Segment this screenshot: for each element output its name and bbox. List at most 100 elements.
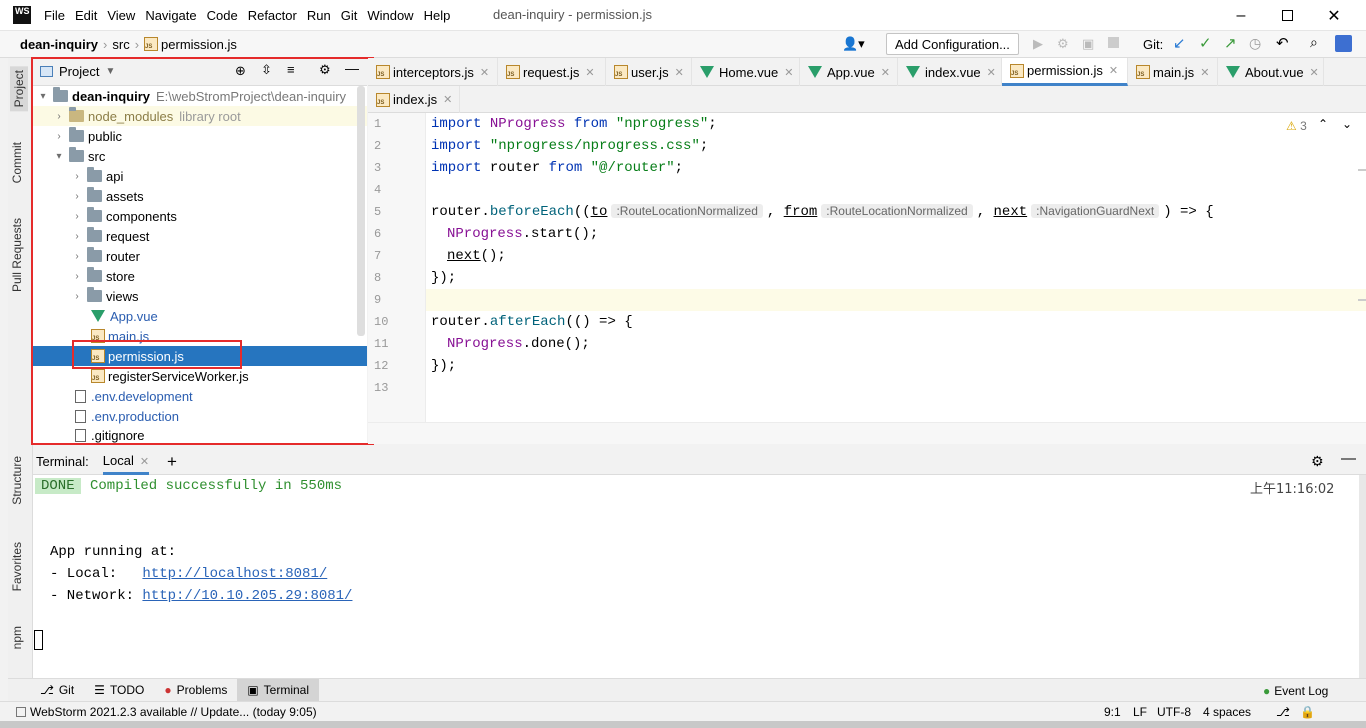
close-icon[interactable]: ✕ [784,66,793,79]
git-push-icon[interactable]: ↗ [1224,34,1237,52]
terminal-scrollbar[interactable] [1359,475,1366,678]
tool-tab-terminal[interactable]: ▣ Terminal [237,678,320,702]
navigation-bar: dean-inquiry › src › permission.js 👤▾ Ad… [0,31,1366,58]
tab-index-js[interactable]: index.js ✕ [368,86,460,113]
run-icon[interactable]: ▶ [1033,36,1043,52]
git-update-icon[interactable]: ↙ [1173,34,1186,52]
git-commit-icon[interactable]: ✓ [1199,34,1212,52]
close-icon[interactable]: ✕ [480,66,489,79]
current-line-highlight [426,289,1366,311]
tab-index-vue[interactable]: index.vue ✕ [898,58,1002,86]
lock-icon[interactable]: 🔒 [1300,705,1315,719]
menu-refactor[interactable]: Refactor [248,8,297,23]
user-icon[interactable]: 👤▾ [842,36,865,52]
line-number: 7 [374,249,382,263]
chevron-up-icon[interactable]: ⌃ [1318,117,1328,131]
tab-permission-js[interactable]: permission.js ✕ [1002,58,1128,86]
close-icon[interactable]: ✕ [140,456,149,468]
maximize-icon[interactable] [1264,0,1310,31]
debug-icon[interactable]: ⚙ [1057,36,1069,52]
line-number: 11 [374,337,389,351]
close-icon[interactable]: ✕ [881,66,890,79]
plus-icon[interactable]: + [167,452,177,472]
close-icon[interactable]: ✕ [675,66,684,79]
terminal-tab-local[interactable]: Local ✕ [102,449,150,475]
code-line-2: import "nprogress/nprogress.css"; [431,138,709,154]
tab-interceptors-js[interactable]: interceptors.js ✕ [368,58,498,86]
event-log-button[interactable]: ● Event Log [1253,679,1338,702]
menu-code[interactable]: Code [207,8,238,23]
status-message[interactable]: WebStorm 2021.2.3 available // Update...… [30,705,317,719]
menu-git[interactable]: Git [341,8,358,23]
chevron-down-icon[interactable]: ⌄ [1342,117,1352,131]
tab-structure[interactable]: Structure [10,456,24,505]
tab-project[interactable]: Project [10,66,28,112]
menu-file[interactable]: File [44,8,65,23]
close-icon[interactable]: ✕ [1310,66,1319,79]
network-url-link[interactable]: http://10.10.205.29:8081/ [142,588,352,604]
breadcrumb-project[interactable]: dean-inquiry [20,37,98,52]
code-line-6: NProgress.start(); [447,226,599,242]
scroll-marker [1358,299,1366,301]
code-line-10: router.afterEach(() => { [431,314,633,330]
caret-position[interactable]: 9:1 [1104,705,1121,719]
tab-label: Home.vue [719,64,779,80]
status-icon[interactable] [16,706,26,717]
menu-view[interactable]: View [107,8,135,23]
tab-user-js[interactable]: user.js ✕ [606,58,692,86]
settings-icon[interactable]: ⚙ [1311,453,1324,470]
search-icon[interactable]: ⌕ [1310,34,1318,51]
tab-commit[interactable]: Commit [10,142,24,183]
tab-pull-requests[interactable]: Pull Requests [10,218,24,292]
local-url-link[interactable]: http://localhost:8081/ [142,566,327,582]
coverage-icon[interactable]: ▣ [1082,36,1094,52]
menu-edit[interactable]: Edit [75,8,97,23]
rollback-icon[interactable]: ↶ [1276,34,1289,52]
vue-file-icon [700,66,714,78]
menu-help[interactable]: Help [424,8,451,23]
menu-run[interactable]: Run [307,8,331,23]
window-title: dean-inquiry - permission.js [493,7,652,22]
tab-app-vue[interactable]: App.vue ✕ [800,58,898,86]
tool-tab-todo[interactable]: ☰ TODO [84,679,154,702]
line-number: 3 [374,161,382,175]
scroll-marker [1358,169,1366,171]
tool-tab-problems[interactable]: ● Problems [154,679,237,702]
close-icon[interactable]: ✕ [443,93,452,106]
tab-favorites[interactable]: Favorites [10,542,24,591]
tool-tab-git[interactable]: ⎇ Git [30,679,84,702]
warnings-indicator[interactable]: ⚠ 3 [1286,119,1307,133]
hide-panel-icon[interactable]: — [1341,450,1356,467]
code-editor[interactable]: 1 2 3 4 5 6 7 8 9 10 11 12 13 import NPr… [368,113,1366,422]
indent-setting[interactable]: 4 spaces [1203,705,1251,719]
line-number: 5 [374,205,382,219]
breadcrumb-src[interactable]: src [112,37,129,52]
git-branch-icon[interactable]: ⎇ [1276,705,1290,719]
file-encoding[interactable]: UTF-8 [1157,705,1191,719]
tab-npm[interactable]: npm [10,626,24,649]
tab-label: interceptors.js [393,64,474,80]
minimize-icon[interactable]: – [1218,0,1264,31]
close-icon[interactable]: ✕ [585,66,594,79]
breadcrumb-file[interactable]: permission.js [161,37,237,52]
tab-main-js[interactable]: main.js ✕ [1128,58,1218,86]
tab-home-vue[interactable]: Home.vue ✕ [692,58,800,86]
close-icon[interactable]: ✕ [1109,64,1118,77]
left-tool-strip: Project Commit Pull Requests Structure F… [8,58,33,678]
menu-window[interactable]: Window [367,8,413,23]
stop-icon[interactable] [1108,37,1119,48]
warning-icon: ⚠ [1286,119,1297,133]
add-configuration-button[interactable]: Add Configuration... [886,33,1019,55]
tab-request-js[interactable]: request.js ✕ [498,58,606,86]
tab-about-vue[interactable]: About.vue ✕ [1218,58,1324,86]
line-separator[interactable]: LF [1133,705,1147,719]
close-icon[interactable]: ✕ [1200,66,1209,79]
history-icon[interactable]: ◷ [1249,35,1261,52]
terminal-cursor [34,630,43,650]
plugin-icon[interactable] [1335,35,1352,52]
terminal-output[interactable]: DONE Compiled successfully in 550ms 上午11… [33,475,1359,678]
menu-navigate[interactable]: Navigate [145,8,196,23]
close-icon[interactable]: ✕ [987,66,996,79]
close-icon[interactable]: ✕ [1311,0,1357,31]
line-number: 10 [374,315,389,329]
